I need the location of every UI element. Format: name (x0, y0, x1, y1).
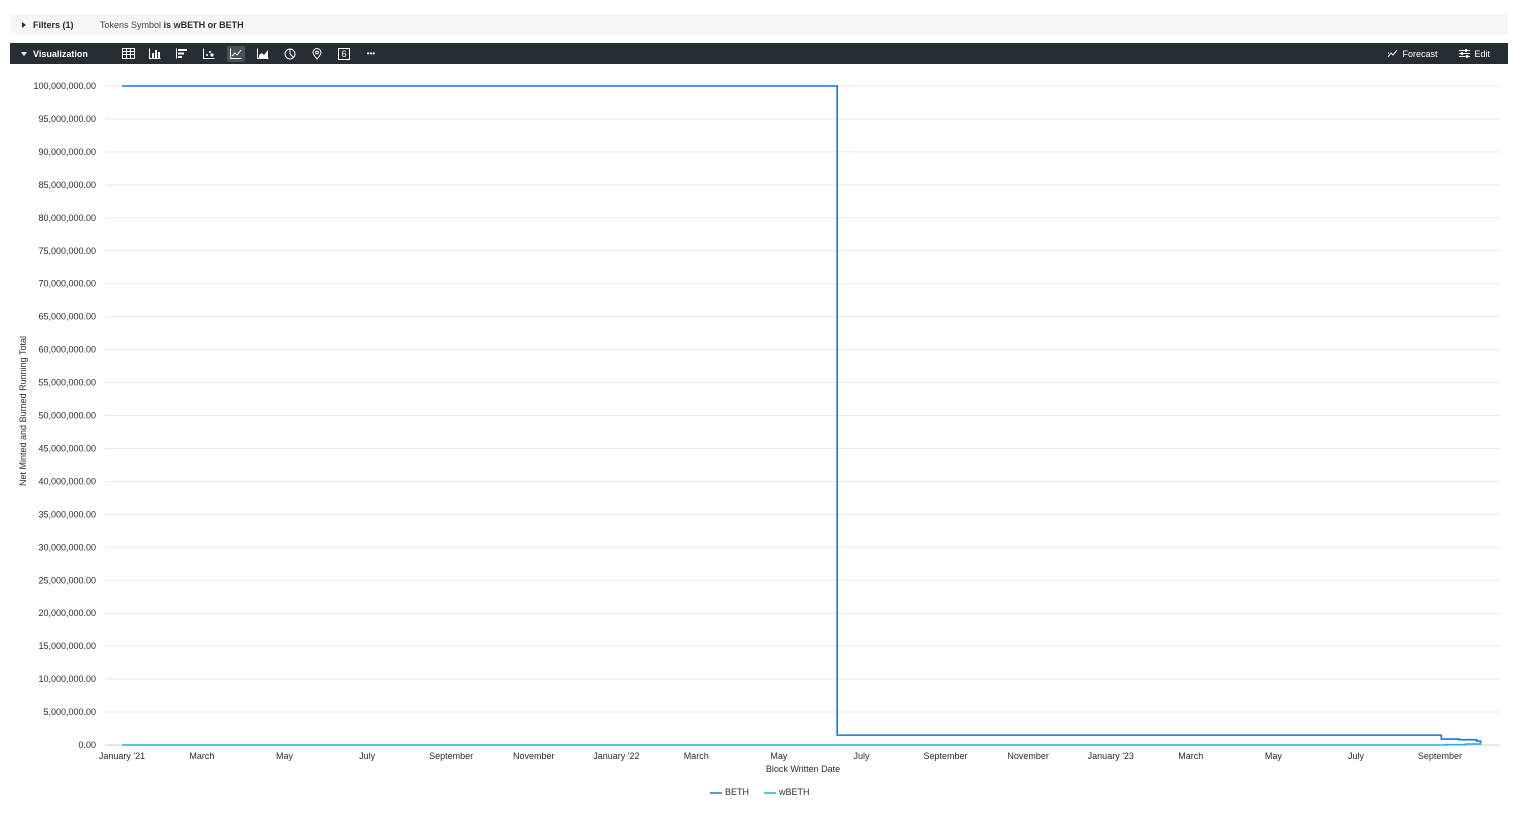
chart-type-picker: 6 ••• (119, 45, 389, 62)
caret-right-icon (22, 21, 26, 28)
area-chart-icon[interactable] (254, 46, 272, 62)
y-tick-label: 25,000,000.00 (38, 575, 96, 585)
legend: BETH wBETH (710, 787, 810, 797)
x-tick-label: March (1178, 751, 1203, 761)
filter-operator: is (163, 19, 172, 30)
y-tick-label: 20,000,000.00 (38, 608, 96, 618)
y-tick-label: 55,000,000.00 (38, 378, 96, 388)
y-tick-label: 90,000,000.00 (38, 147, 96, 157)
x-tick-label: January '22 (593, 751, 639, 761)
y-tick-label: 5,000,000.00 (43, 707, 96, 717)
y-tick-label: 40,000,000.00 (38, 476, 96, 486)
x-tick-label: November (1007, 751, 1049, 761)
filter-field: Tokens Symbol (100, 19, 162, 30)
x-tick-label: January '21 (99, 751, 145, 761)
x-axis: January '21 March May July September November… (99, 751, 1462, 761)
forecast-button[interactable]: Forecast (1387, 49, 1437, 59)
pie-chart-icon[interactable] (281, 46, 299, 62)
y-tick-label: 0.00 (78, 740, 96, 750)
x-tick-label: September (429, 751, 473, 761)
forecast-label: Forecast (1402, 48, 1438, 59)
legend-item-beth[interactable]: BETH (725, 787, 749, 797)
y-tick-label: 80,000,000.00 (38, 213, 96, 223)
x-tick-label: July (359, 751, 376, 761)
x-axis-title: Block Written Date (766, 764, 840, 774)
x-tick-label: September (924, 751, 968, 761)
y-tick-label: 15,000,000.00 (38, 641, 96, 651)
caret-down-icon (21, 51, 27, 56)
y-tick-label: 35,000,000.00 (38, 509, 96, 519)
filter-value: wBETH or BETH (173, 19, 244, 30)
map-pin-icon[interactable] (308, 46, 326, 62)
x-tick-label: May (276, 751, 294, 761)
y-axis: 0.00 5,000,000.00 10,000,000.00 15,000,000.… (33, 81, 96, 750)
x-tick-label: November (513, 751, 555, 761)
y-tick-label: 50,000,000.00 (38, 411, 96, 421)
filters-toggle[interactable]: Filters (1) (22, 20, 100, 30)
svg-text:6: 6 (341, 49, 346, 59)
x-tick-label: May (770, 751, 788, 761)
column-chart-icon[interactable] (146, 46, 164, 62)
x-tick-label: July (854, 751, 871, 761)
forecast-icon (1388, 49, 1398, 58)
visualization-toolbar: Visualization 6 ••• Forecast Edit (10, 43, 1508, 64)
edit-button[interactable]: Edit (1459, 49, 1490, 59)
line-chart-icon[interactable] (227, 45, 245, 62)
x-tick-label: March (684, 751, 709, 761)
y-tick-label: 100,000,000.00 (33, 81, 96, 91)
y-tick-label: 65,000,000.00 (38, 312, 96, 322)
x-tick-label: May (1265, 751, 1283, 761)
y-tick-label: 10,000,000.00 (38, 674, 96, 684)
single-value-icon[interactable]: 6 (335, 46, 353, 62)
filters-bar: Filters (1) Tokens Symbol is wBETH or BE… (10, 14, 1508, 35)
series-line-wbeth (122, 742, 1482, 746)
x-tick-label: March (189, 751, 214, 761)
y-tick-label: 70,000,000.00 (38, 279, 96, 289)
legend-item-wbeth[interactable]: wBETH (778, 787, 810, 797)
bar-chart-icon[interactable] (173, 46, 191, 62)
table-icon[interactable] (119, 46, 137, 62)
scatter-chart-icon[interactable] (200, 46, 218, 62)
y-tick-label: 30,000,000.00 (38, 542, 96, 552)
y-tick-label: 60,000,000.00 (38, 345, 96, 355)
y-axis-title: Net Minted and Burned Running Total (18, 336, 28, 486)
filter-summary[interactable]: Tokens Symbol is wBETH or BETH (100, 20, 244, 30)
y-tick-label: 95,000,000.00 (38, 114, 96, 124)
settings-sliders-icon (1459, 49, 1471, 58)
x-tick-label: September (1418, 751, 1462, 761)
x-tick-label: July (1348, 751, 1365, 761)
visualization-toggle[interactable]: Visualization (21, 49, 119, 59)
y-tick-label: 45,000,000.00 (38, 443, 96, 453)
y-tick-label: 85,000,000.00 (38, 180, 96, 190)
filters-label: Filters (1) (33, 19, 74, 30)
line-chart: 0.00 5,000,000.00 10,000,000.00 15,000,000.… (18, 81, 1500, 797)
y-tick-label: 75,000,000.00 (38, 246, 96, 256)
x-tick-label: January '23 (1088, 751, 1134, 761)
grid-lines (105, 85, 1500, 746)
edit-label: Edit (1474, 48, 1490, 59)
more-icon[interactable]: ••• (362, 46, 380, 62)
visualization-title: Visualization (33, 48, 88, 59)
